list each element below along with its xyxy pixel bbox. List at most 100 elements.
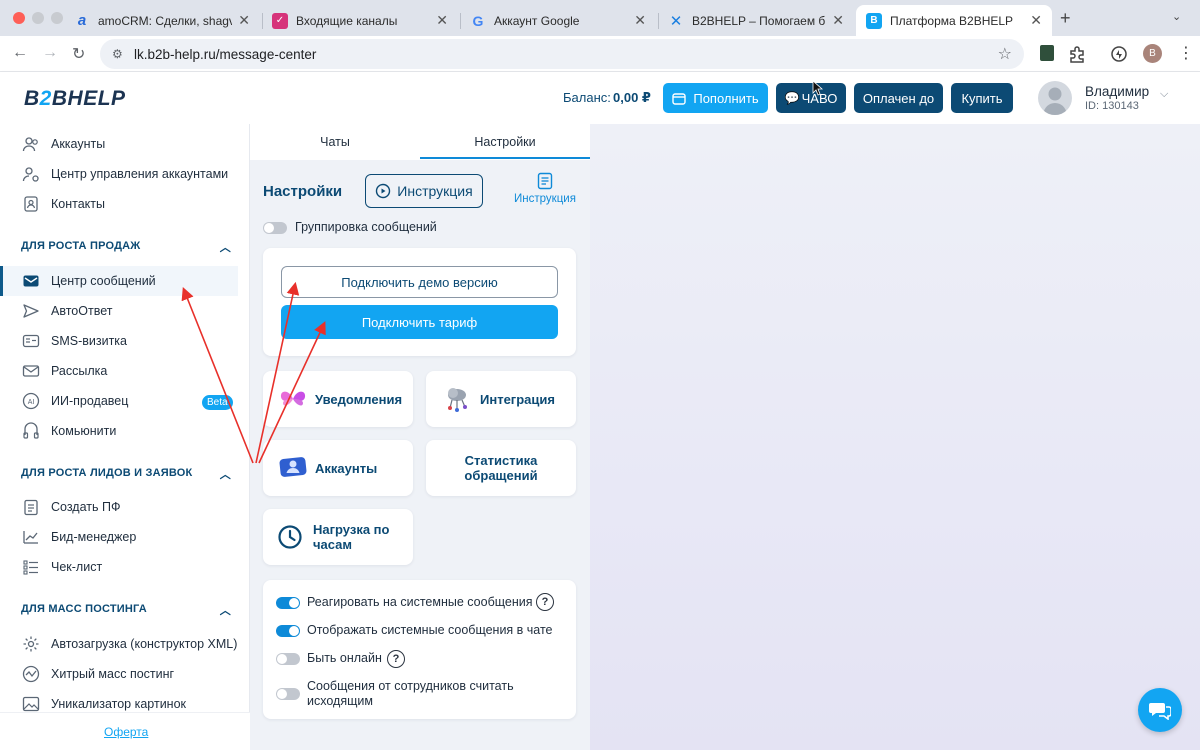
grouping-toggle[interactable]	[263, 222, 287, 234]
checklist-icon	[22, 558, 40, 576]
window-zoom-button[interactable]	[51, 12, 63, 24]
chevron-up-icon[interactable]: ︿	[220, 466, 231, 482]
speech-bubble-icon: 💬	[784, 91, 800, 105]
section-mass-posting[interactable]: ДЛЯ МАСС ПОСТИНГА ︿	[21, 602, 231, 618]
sidebar-item-community[interactable]: Комьюнити	[0, 416, 238, 446]
user-id: ID: 130143	[1085, 100, 1139, 112]
sidebar-item-label: Чек-лист	[51, 560, 103, 574]
sidebar-item-label: ИИ-продавец	[51, 394, 129, 408]
line-chart-icon	[22, 528, 40, 546]
butterfly-icon	[280, 391, 306, 406]
document-icon	[537, 172, 553, 190]
performance-icon[interactable]	[1110, 45, 1128, 63]
beta-badge: Beta	[202, 395, 233, 410]
extensions-puzzle-icon[interactable]	[1068, 45, 1086, 63]
profile-avatar[interactable]: B	[1143, 44, 1162, 63]
bookmark-star-icon[interactable]: ☆	[998, 44, 1012, 64]
connect-tariff-button[interactable]: Подключить тариф	[281, 305, 558, 339]
svg-text:AI: AI	[28, 399, 35, 406]
chevron-down-icon[interactable]: ⌵	[1160, 88, 1168, 101]
chat-bubbles-icon	[1149, 703, 1171, 720]
staff-outgoing-label: Сообщения от сотрудников считать исходящ…	[307, 679, 514, 708]
offer-link[interactable]: Оферта	[104, 725, 148, 739]
close-tab-icon[interactable]: ✕	[634, 12, 646, 29]
section-leads-growth[interactable]: ДЛЯ РОСТА ЛИДОВ И ЗАЯВОК ︿	[21, 466, 231, 482]
tab-settings[interactable]: Настройки	[420, 124, 590, 160]
sidebar-item-mailing[interactable]: Рассылка	[0, 356, 238, 386]
envelope-icon	[22, 272, 40, 290]
instruction-button[interactable]: Инструкция	[365, 174, 483, 208]
react-system-label: Реагировать на системные сообщения	[307, 595, 533, 609]
react-system-toggle[interactable]	[276, 597, 300, 609]
close-tab-icon[interactable]: ✕	[238, 12, 250, 29]
online-toggle[interactable]	[276, 653, 300, 665]
b2bhelp-favicon-icon: B	[866, 12, 882, 29]
staff-outgoing-toggle[interactable]	[276, 688, 300, 700]
support-chat-button[interactable]	[1138, 688, 1182, 732]
sidebar-item-contacts[interactable]: Контакты	[0, 189, 238, 219]
tab-chats[interactable]: Чаты	[250, 124, 420, 160]
forward-arrow-icon[interactable]: →	[42, 44, 58, 62]
hourly-load-tile[interactable]: Нагрузка по часам	[263, 509, 413, 565]
sidebar-item-bid-manager[interactable]: Бид-менеджер	[0, 522, 238, 552]
community-icon	[22, 422, 40, 440]
tab-search-chevron-icon[interactable]: ⌄	[1172, 10, 1181, 23]
sidebar-item-create-pf[interactable]: Создать ПФ	[0, 492, 238, 522]
sidebar-item-smart-posting[interactable]: Хитрый масс постинг	[0, 659, 238, 689]
sidebar-item-label: Бид-менеджер	[51, 530, 137, 544]
new-tab-button[interactable]: +	[1060, 8, 1071, 29]
show-system-toggle[interactable]	[276, 625, 300, 637]
browser-tab-bar: a amoCRM: Сделки, shagvlads ✕ ✓ Входящие…	[0, 0, 1200, 36]
site-settings-icon[interactable]: ⚙	[112, 47, 123, 61]
extension-icon[interactable]	[1040, 45, 1054, 61]
sidebar-item-accounts-center[interactable]: Центр управления аккаунтами	[0, 159, 238, 189]
section-sales-growth[interactable]: ДЛЯ РОСТА ПРОДАЖ ︿	[21, 239, 231, 255]
sidebar-item-autoreply[interactable]: АвтоОтвет	[0, 296, 238, 326]
browser-tab-google[interactable]: G Аккаунт Google ✕	[460, 5, 656, 36]
close-tab-icon[interactable]: ✕	[436, 12, 448, 29]
notifications-tile[interactable]: Уведомления	[263, 371, 413, 427]
users-icon	[22, 135, 40, 153]
window-close-button[interactable]	[13, 12, 25, 24]
sidebar-item-accounts[interactable]: Аккаунты	[0, 129, 238, 159]
activity-icon	[22, 665, 40, 683]
show-system-label: Отображать системные сообщения в чате	[307, 623, 553, 637]
window-minimize-button[interactable]	[32, 12, 44, 24]
sidebar-item-sms-card[interactable]: SMS-визитка	[0, 326, 238, 356]
b2bhelp-logo[interactable]: B2BHELP	[24, 87, 126, 111]
chevron-up-icon[interactable]: ︿	[220, 602, 231, 618]
address-bar[interactable]: ⚙ lk.b2b-help.ru/message-center ☆	[100, 39, 1024, 69]
close-tab-icon[interactable]: ✕	[832, 12, 844, 29]
chevron-up-icon[interactable]: ︿	[220, 239, 231, 255]
browser-tab-b2bhelp-site[interactable]: ✕ B2BHELP – Помогаем бизне ✕	[658, 5, 854, 36]
sidebar-item-message-center[interactable]: Центр сообщений	[0, 266, 238, 296]
sidebar-item-checklist[interactable]: Чек-лист	[0, 552, 238, 582]
sidebar-item-autoload-xml[interactable]: Автозагрузка (конструктор XML)	[0, 629, 238, 659]
send-icon	[22, 302, 40, 320]
user-name[interactable]: Владимир	[1085, 84, 1149, 99]
connect-demo-button[interactable]: Подключить демо версию	[281, 266, 558, 298]
stats-tile[interactable]: Статистика обращений	[426, 440, 576, 496]
help-icon[interactable]: ?	[387, 650, 405, 668]
instruction-link[interactable]: Инструкция	[510, 172, 580, 205]
buy-button[interactable]: Купить	[951, 83, 1013, 113]
sidebar-item-label: Рассылка	[51, 364, 108, 378]
sidebar-item-ai-seller[interactable]: AI ИИ-продавец Beta	[0, 386, 238, 416]
faq-button[interactable]: 💬 ЧАВО	[776, 83, 846, 113]
help-icon[interactable]: ?	[536, 593, 554, 611]
mail-icon	[22, 362, 40, 380]
browser-tab-inbox[interactable]: ✓ Входящие каналы ✕	[262, 5, 458, 36]
browser-tab-amocrm[interactable]: a amoCRM: Сделки, shagvlads ✕	[64, 5, 260, 36]
google-favicon-icon: G	[472, 12, 484, 29]
close-tab-icon[interactable]: ✕	[1030, 12, 1042, 29]
browser-tab-platform[interactable]: B Платформа B2BHELP ✕	[856, 5, 1052, 36]
integration-tile[interactable]: Интеграция	[426, 371, 576, 427]
user-avatar[interactable]	[1038, 81, 1072, 115]
topup-button[interactable]: Пополнить	[663, 83, 768, 113]
tab-title: B2BHELP – Помогаем бизне	[692, 13, 826, 28]
back-arrow-icon[interactable]: ←	[12, 44, 28, 62]
paid-until-button[interactable]: Оплачен до	[854, 83, 943, 113]
browser-menu-icon[interactable]: ⋮	[1178, 43, 1194, 63]
accounts-tile[interactable]: Аккаунты	[263, 440, 413, 496]
reload-icon[interactable]: ↻	[72, 44, 85, 64]
